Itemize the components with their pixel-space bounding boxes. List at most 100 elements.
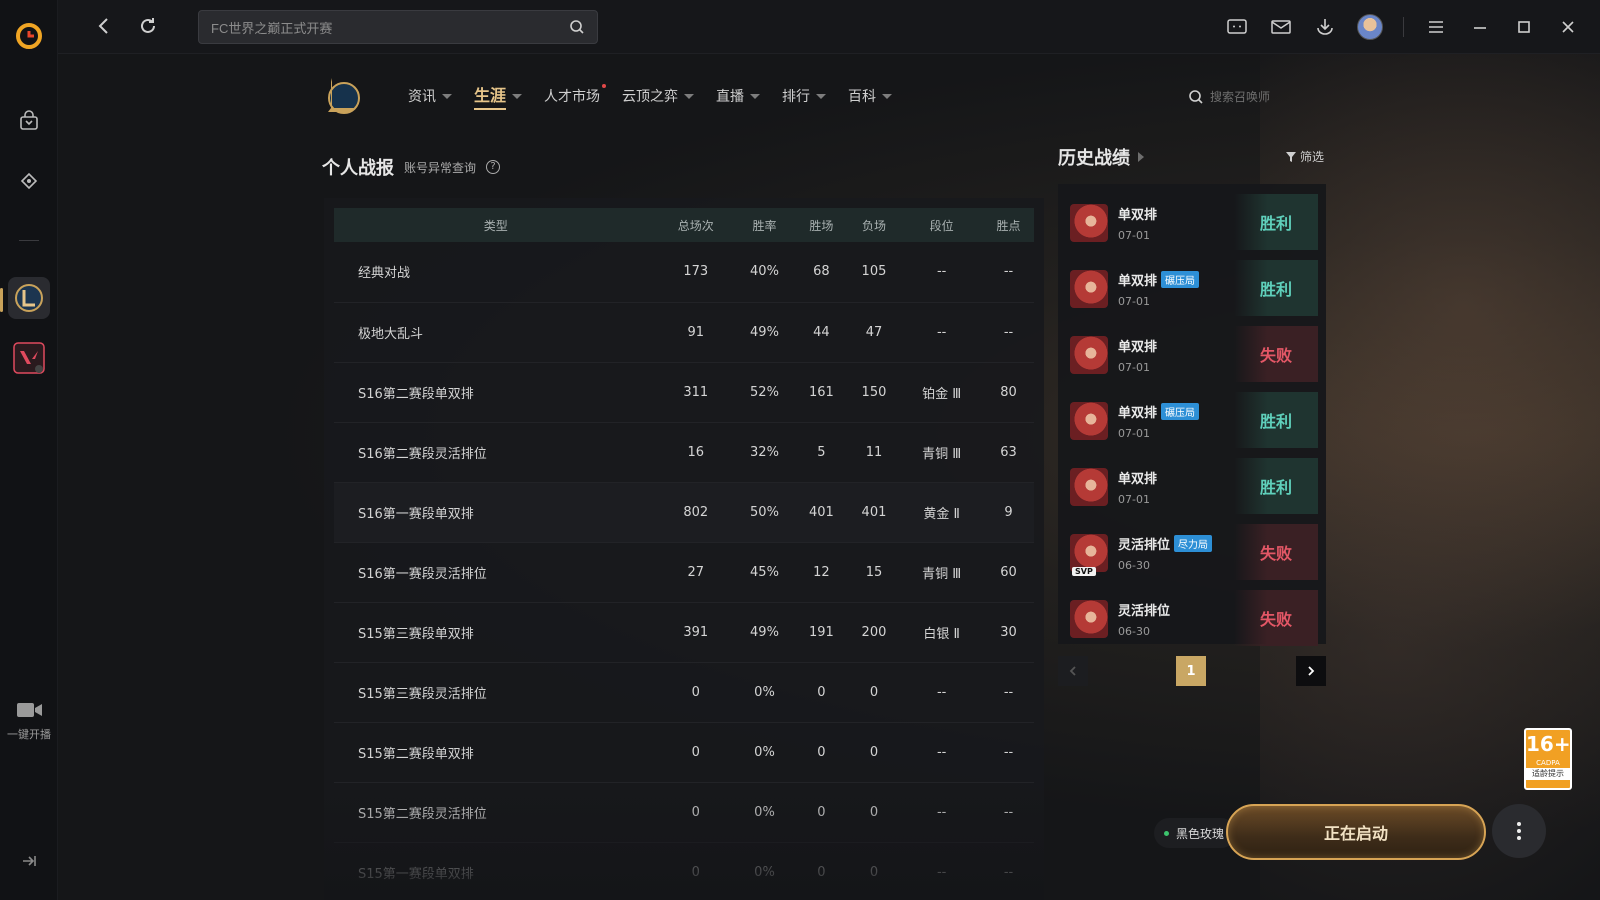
table-cell: 11 bbox=[847, 422, 901, 483]
close-icon[interactable] bbox=[1556, 15, 1580, 39]
refresh-icon[interactable] bbox=[136, 14, 160, 38]
match-result: 失败 bbox=[1234, 524, 1318, 580]
server-selector[interactable]: 黑色玫瑰 bbox=[1154, 818, 1237, 848]
table-cell: 12 bbox=[795, 542, 848, 603]
match-history-header[interactable]: 历史战绩 bbox=[1058, 144, 1144, 170]
minimize-icon[interactable] bbox=[1468, 15, 1492, 39]
table-cell: 311 bbox=[657, 362, 734, 423]
table-row: 极地大乱斗 91 49% 44 47 -- -- bbox=[334, 302, 1034, 363]
table-cell: 0 bbox=[795, 782, 848, 843]
table-cell: 44 bbox=[795, 302, 848, 363]
match-item[interactable]: 单双排 07-01 胜利 bbox=[1066, 190, 1318, 256]
table-cell: 0 bbox=[795, 662, 848, 723]
match-item[interactable]: SVP 灵活排位 尽力局 06-30 失败 bbox=[1066, 520, 1318, 586]
match-mode-row: 灵活排位 bbox=[1118, 600, 1170, 619]
chat-icon[interactable] bbox=[1225, 15, 1249, 39]
table-cell: 9 bbox=[983, 482, 1034, 543]
app-logo-icon[interactable] bbox=[15, 22, 43, 50]
search-placeholder: FC世界之巅正式开赛 bbox=[211, 20, 333, 36]
prev-page-button[interactable] bbox=[1058, 656, 1088, 686]
nav-item-label: 人才市场 bbox=[544, 89, 601, 105]
top-bar: FC世界之巅正式开赛 bbox=[58, 0, 1600, 54]
user-avatar[interactable] bbox=[1357, 14, 1383, 40]
table-cell: 30 bbox=[983, 602, 1034, 663]
more-vertical-icon bbox=[1517, 822, 1521, 840]
champion-portrait: SVP bbox=[1070, 534, 1108, 576]
help-icon[interactable]: ? bbox=[486, 160, 501, 174]
lol-logo-icon bbox=[15, 284, 43, 312]
match-date: 07-01 bbox=[1118, 427, 1150, 440]
match-item[interactable]: 灵活排位 06-30 失败 bbox=[1066, 586, 1318, 652]
table-cell: 青铜 Ⅲ bbox=[900, 542, 984, 603]
store-icon[interactable] bbox=[12, 104, 46, 138]
menu-icon[interactable] bbox=[1424, 15, 1448, 39]
global-search-input[interactable]: FC世界之巅正式开赛 bbox=[198, 10, 598, 44]
match-mode-row: 单双排 bbox=[1118, 336, 1157, 355]
nav-item[interactable]: 百科 bbox=[848, 82, 893, 110]
download-icon[interactable] bbox=[1313, 15, 1337, 39]
match-date: 06-30 bbox=[1118, 625, 1150, 638]
summoner-search[interactable]: 搜索召唤师 bbox=[1188, 88, 1270, 105]
table-row: S15第二赛段灵活排位 0 0% 0 0 -- -- bbox=[334, 782, 1034, 843]
champion-portrait bbox=[1070, 336, 1108, 374]
table-cell: 200 bbox=[847, 602, 901, 663]
next-page-button[interactable] bbox=[1296, 656, 1326, 686]
table-row: S15第三赛段灵活排位 0 0% 0 0 -- -- bbox=[334, 662, 1034, 723]
table-cell: S16第一赛段单双排 bbox=[334, 482, 658, 543]
table-cell: 401 bbox=[847, 482, 901, 543]
maximize-icon[interactable] bbox=[1512, 15, 1536, 39]
summoner-search-placeholder: 搜索召唤师 bbox=[1210, 90, 1271, 104]
table-cell: 0% bbox=[733, 662, 796, 723]
match-mode: 灵活排位 bbox=[1118, 538, 1171, 553]
chevron-down-icon bbox=[512, 93, 523, 99]
table-cell: S15第一赛段单双排 bbox=[334, 842, 658, 900]
svp-badge: SVP bbox=[1072, 567, 1096, 576]
filter-button[interactable]: 筛选 bbox=[1286, 148, 1324, 165]
back-icon[interactable] bbox=[92, 14, 116, 38]
match-item[interactable]: 单双排 07-01 失败 bbox=[1066, 322, 1318, 388]
game-library-icon[interactable] bbox=[12, 164, 46, 198]
nav-item[interactable]: 人才市场 bbox=[544, 82, 607, 110]
nav-item[interactable]: 直播 bbox=[716, 82, 761, 110]
expand-sidebar-icon[interactable] bbox=[20, 852, 38, 870]
nav-item[interactable]: 排行 bbox=[782, 82, 827, 110]
table-cell: -- bbox=[983, 302, 1034, 363]
match-item[interactable]: 单双排 07-01 胜利 bbox=[1066, 454, 1318, 520]
table-cell: -- bbox=[900, 242, 984, 303]
table-cell: 391 bbox=[657, 602, 734, 663]
match-mode: 单双排 bbox=[1118, 472, 1158, 487]
column-header: 类型 bbox=[334, 208, 658, 242]
table-cell: 0 bbox=[847, 782, 901, 843]
table-cell: 802 bbox=[657, 482, 734, 543]
mail-icon[interactable] bbox=[1269, 15, 1293, 39]
match-info: 灵活排位 06-30 bbox=[1118, 600, 1170, 638]
match-item[interactable]: 单双排 碾压局 07-01 胜利 bbox=[1066, 388, 1318, 454]
valorant-game-button[interactable] bbox=[8, 337, 50, 379]
match-mode-row: 单双排 碾压局 bbox=[1118, 270, 1200, 289]
table-cell: 0 bbox=[657, 842, 734, 900]
match-date: 07-01 bbox=[1118, 361, 1150, 374]
lol-game-button[interactable] bbox=[8, 277, 50, 319]
one-click-live-button[interactable]: 一键开播 bbox=[0, 700, 58, 742]
search-icon[interactable] bbox=[569, 19, 585, 35]
nav-item[interactable]: 资讯 bbox=[408, 82, 452, 110]
current-page[interactable]: 1 bbox=[1176, 656, 1206, 686]
match-item[interactable]: 单双排 碾压局 07-01 胜利 bbox=[1066, 256, 1318, 322]
nav-item[interactable]: 云顶之弈 bbox=[622, 82, 695, 110]
nav-item-label: 资讯 bbox=[408, 89, 436, 105]
table-cell: S15第三赛段灵活排位 bbox=[334, 662, 658, 723]
table-cell: -- bbox=[900, 302, 984, 363]
left-rail: 一键开播 bbox=[0, 0, 58, 900]
table-cell: 0 bbox=[847, 662, 901, 723]
valorant-logo-icon bbox=[13, 342, 45, 374]
match-info: 单双排 07-01 bbox=[1118, 204, 1157, 242]
table-cell: 0% bbox=[733, 842, 796, 900]
table-cell: 27 bbox=[657, 542, 734, 603]
launch-button[interactable]: 正在启动 bbox=[1226, 804, 1486, 860]
nav-item[interactable]: 生涯 bbox=[474, 82, 523, 110]
match-info: 灵活排位 尽力局 06-30 bbox=[1118, 534, 1213, 572]
match-mode-row: 灵活排位 尽力局 bbox=[1118, 534, 1213, 553]
more-options-button[interactable] bbox=[1492, 804, 1546, 858]
account-check-link[interactable]: 账号异常查询 bbox=[404, 159, 476, 176]
lol-game-logo-icon[interactable] bbox=[322, 74, 362, 118]
